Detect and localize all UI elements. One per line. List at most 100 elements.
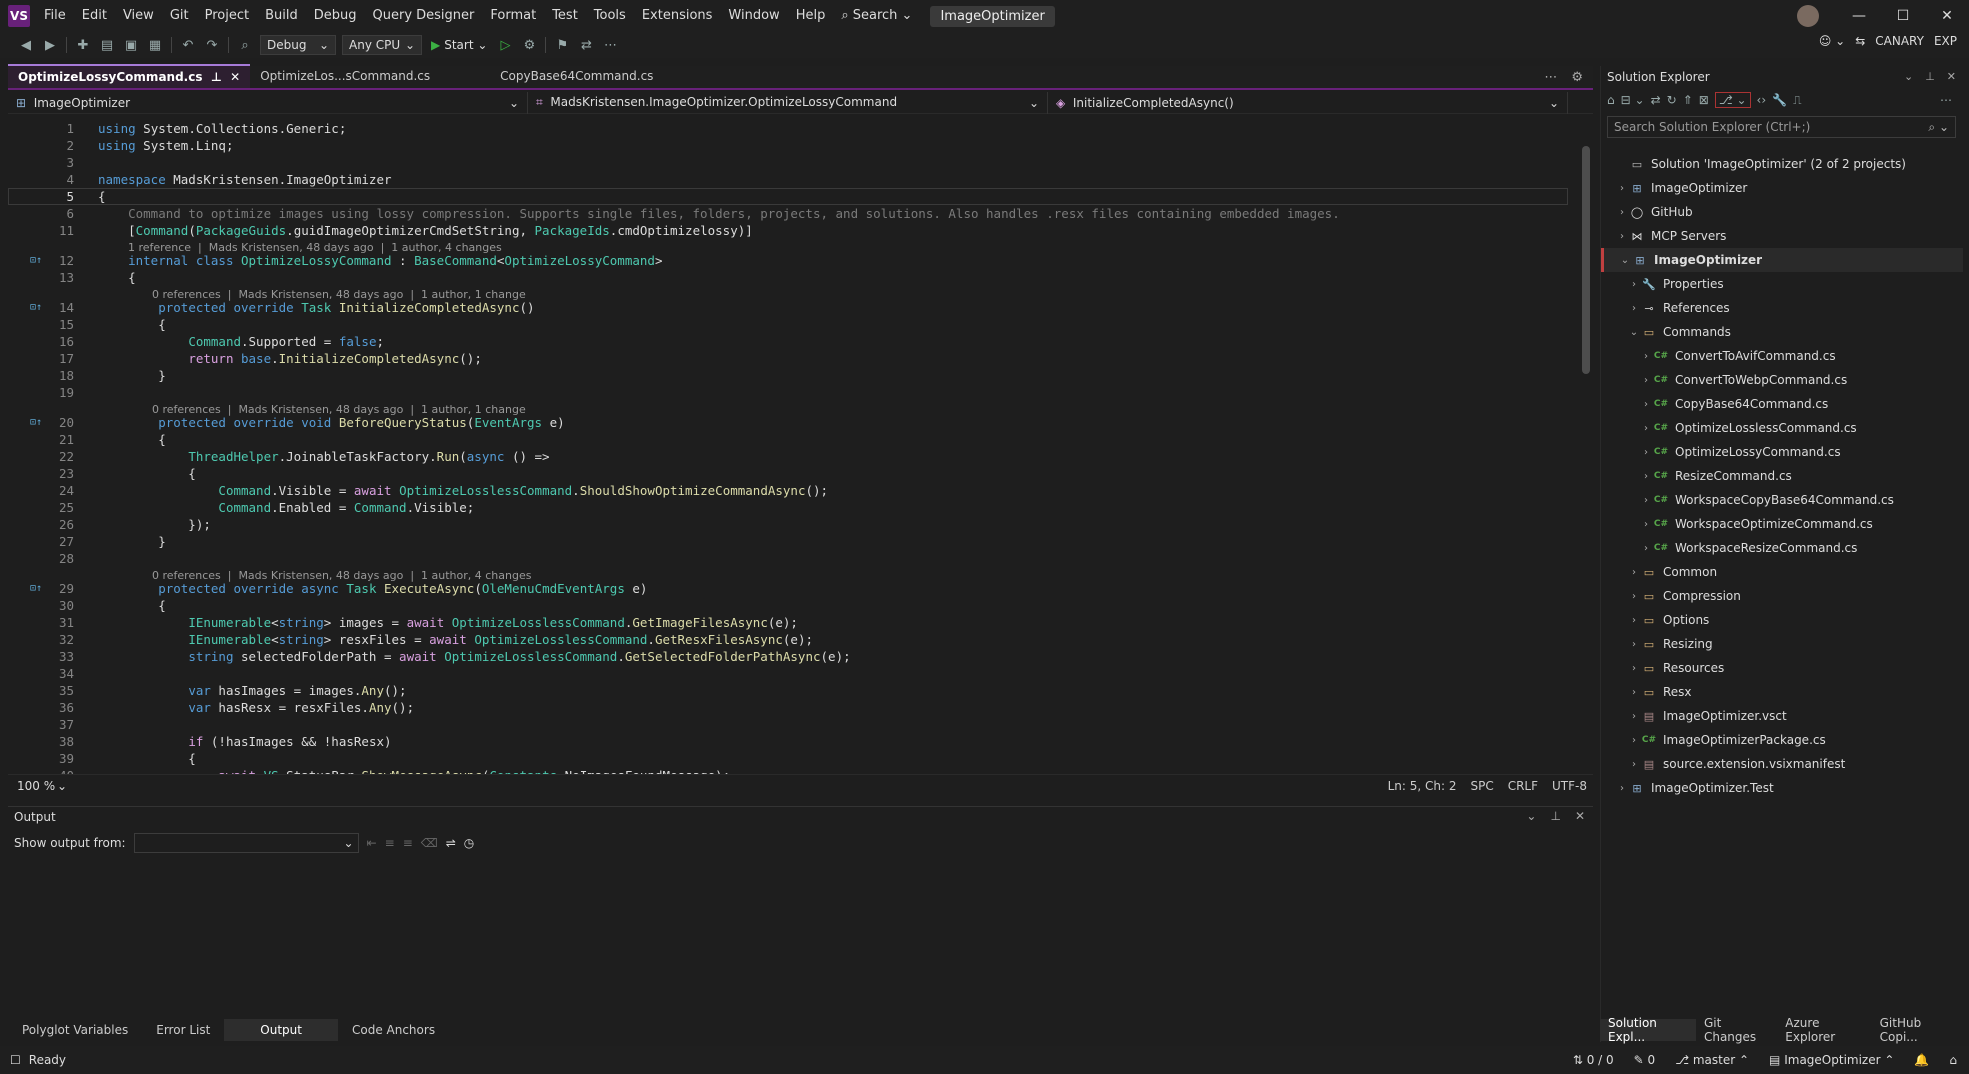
code-line[interactable]: 33 string selectedFolderPath = await Opt…	[8, 648, 1568, 665]
code-line[interactable]: 5{	[8, 188, 1568, 205]
tree-item[interactable]: › ▤ ImageOptimizer.vsct	[1601, 704, 1963, 728]
close-icon[interactable]: ✕	[1575, 809, 1585, 823]
clear-all-icon[interactable]: ⌫	[421, 836, 438, 850]
prev-message-icon[interactable]: ≡	[385, 836, 395, 850]
chevron-right-icon[interactable]: ›	[1627, 567, 1641, 578]
home-icon[interactable]: ⌂	[1607, 93, 1615, 107]
inherit-marker-icon[interactable]: ⊡↑	[30, 252, 42, 269]
code-line[interactable]: 40 await VS.StatusBar.ShowMessageAsync(C…	[8, 767, 1568, 774]
code-line[interactable]: 18 }	[8, 367, 1568, 384]
code-line[interactable]: 17 return base.InitializeCompletedAsync(…	[8, 350, 1568, 367]
notification-area-icon[interactable]: ☐	[10, 1053, 21, 1067]
code-line[interactable]: 27 }	[8, 533, 1568, 550]
tree-item[interactable]: ⌄ ▭ Commands	[1601, 320, 1963, 344]
code-line[interactable]: 13 {	[8, 269, 1568, 286]
code-lens[interactable]: 0 references | Mads Kristensen, 48 days …	[8, 567, 1568, 582]
tree-item[interactable]: › C# ConvertToAvifCommand.cs	[1601, 344, 1963, 368]
next-message-icon[interactable]: ≡	[403, 836, 413, 850]
chevron-right-icon[interactable]: ›	[1615, 207, 1629, 218]
tree-item[interactable]: › C# WorkspaceOptimizeCommand.cs	[1601, 512, 1963, 536]
tree-item[interactable]: › ⊞ ImageOptimizer.Test	[1601, 776, 1963, 800]
tree-item[interactable]: › ▭ Resx	[1601, 680, 1963, 704]
word-wrap-icon[interactable]: ⇌	[446, 836, 456, 850]
tab-code-anchors[interactable]: Code Anchors	[338, 1019, 449, 1041]
code-line[interactable]: 29 ⊡↑ protected override async Task Execu…	[8, 580, 1568, 597]
code-line[interactable]: 28	[8, 550, 1568, 567]
collapse-all-icon[interactable]: ⇑	[1683, 93, 1693, 107]
tree-item[interactable]: › ⊞ ImageOptimizer	[1601, 176, 1963, 200]
maximize-icon[interactable]: ☐	[1881, 0, 1925, 32]
tree-item[interactable]: › ▭ Options	[1601, 608, 1963, 632]
chevron-right-icon[interactable]: ›	[1639, 375, 1653, 386]
undo-icon[interactable]: ↶	[176, 34, 200, 56]
toggle-icon[interactable]: ⇄	[574, 34, 598, 56]
chevron-right-icon[interactable]: ›	[1627, 591, 1641, 602]
pin-icon[interactable]: ⊥	[1550, 809, 1560, 823]
tab-solution-explorer[interactable]: Solution Expl...	[1600, 1016, 1696, 1044]
code-line[interactable]: 25 Command.Enabled = Command.Visible;	[8, 499, 1568, 516]
code-lens[interactable]: 1 reference | Mads Kristensen, 48 days a…	[8, 239, 1568, 254]
tab-git-changes[interactable]: Git Changes	[1696, 1016, 1777, 1044]
solution-search-box[interactable]: Search Solution Explorer (Ctrl+;) ⌕ ⌄	[1607, 116, 1956, 138]
chevron-right-icon[interactable]: ›	[1615, 183, 1629, 194]
code-area[interactable]: 1 using System.Collections.Generic; 2 using…	[8, 116, 1578, 774]
code-line[interactable]: 31 IEnumerable<string> images = await Op…	[8, 614, 1568, 631]
search-icon[interactable]: ⌕ ⌄	[1928, 120, 1949, 135]
chevron-right-icon[interactable]: ›	[1639, 471, 1653, 482]
sync-icon[interactable]: ⇄	[1651, 93, 1661, 107]
more-icon[interactable]: ⋯	[1940, 93, 1952, 107]
chevron-right-icon[interactable]: ›	[1615, 231, 1629, 242]
vertical-scrollbar[interactable]	[1579, 116, 1593, 774]
tab-output[interactable]: Output	[224, 1019, 338, 1041]
code-line[interactable]: 34	[8, 665, 1568, 682]
chevron-right-icon[interactable]: ›	[1639, 351, 1653, 362]
code-line[interactable]: 23 {	[8, 465, 1568, 482]
attach-icon[interactable]: ⚙	[517, 34, 541, 56]
chevron-right-icon[interactable]: ›	[1627, 711, 1641, 722]
menu-build[interactable]: Build	[257, 0, 306, 32]
tree-item[interactable]: › ▭ Resizing	[1601, 632, 1963, 656]
new-project-icon[interactable]: ✚	[71, 34, 95, 56]
inherit-marker-icon[interactable]: ⊡↑	[30, 414, 42, 431]
bell-icon[interactable]: 🔔	[1914, 1053, 1929, 1067]
code-line[interactable]: 24 Command.Visible = await OptimizeLossl…	[8, 482, 1568, 499]
menu-git[interactable]: Git	[162, 0, 197, 32]
code-line[interactable]: 3	[8, 154, 1568, 171]
chevron-down-icon[interactable]: ⌄	[1618, 255, 1632, 266]
menu-edit[interactable]: Edit	[74, 0, 115, 32]
code-line[interactable]: 32 IEnumerable<string> resxFiles = await…	[8, 631, 1568, 648]
copilot-icon[interactable]: ☺ ⌄	[1819, 34, 1845, 48]
code-line[interactable]: 20 ⊡↑ protected override void BeforeQuery…	[8, 414, 1568, 431]
file-encoding[interactable]: UTF-8	[1552, 779, 1587, 793]
configuration-select[interactable]: Debug ⌄	[260, 35, 336, 55]
start-without-debugging-icon[interactable]: ▷	[493, 34, 517, 56]
menu-test[interactable]: Test	[544, 0, 586, 32]
back-icon[interactable]: ◀	[14, 34, 38, 56]
search-menu[interactable]: ⌕ Search ⌄	[833, 0, 920, 32]
chevron-down-icon[interactable]: ⌄	[1627, 327, 1641, 338]
close-icon[interactable]: ✕	[1947, 70, 1956, 83]
menu-window[interactable]: Window	[720, 0, 787, 32]
feedback-icon[interactable]: ⌂	[1949, 1053, 1957, 1067]
save-all-icon[interactable]: ▦	[143, 34, 167, 56]
project-dropdown[interactable]: ⊞ ImageOptimizer ⌄	[8, 91, 528, 114]
minimize-icon[interactable]: —	[1837, 0, 1881, 32]
more-icon[interactable]: ⋯	[598, 34, 622, 56]
inherit-marker-icon[interactable]: ⊡↑	[30, 299, 42, 316]
tree-item[interactable]: › ▭ Compression	[1601, 584, 1963, 608]
filter-icon[interactable]: ⎇ ⌄	[1714, 92, 1751, 108]
code-line[interactable]: 19	[8, 384, 1568, 401]
tab-polyglot-variables[interactable]: Polyglot Variables	[8, 1019, 142, 1041]
preview-icon[interactable]: ⎍	[1793, 93, 1801, 108]
chevron-right-icon[interactable]: ›	[1627, 663, 1641, 674]
tab-azure-explorer[interactable]: Azure Explorer	[1777, 1016, 1871, 1044]
chevron-down-icon[interactable]: ⌄	[1526, 809, 1536, 823]
code-line[interactable]: 30 {	[8, 597, 1568, 614]
menu-view[interactable]: View	[115, 0, 162, 32]
properties-icon[interactable]: 🔧	[1772, 93, 1787, 107]
line-ending[interactable]: CRLF	[1508, 779, 1538, 793]
code-icon[interactable]: ‹›	[1757, 93, 1767, 107]
chevron-right-icon[interactable]: ›	[1627, 639, 1641, 650]
chevron-right-icon[interactable]: ›	[1627, 303, 1641, 314]
code-line[interactable]: 26 });	[8, 516, 1568, 533]
